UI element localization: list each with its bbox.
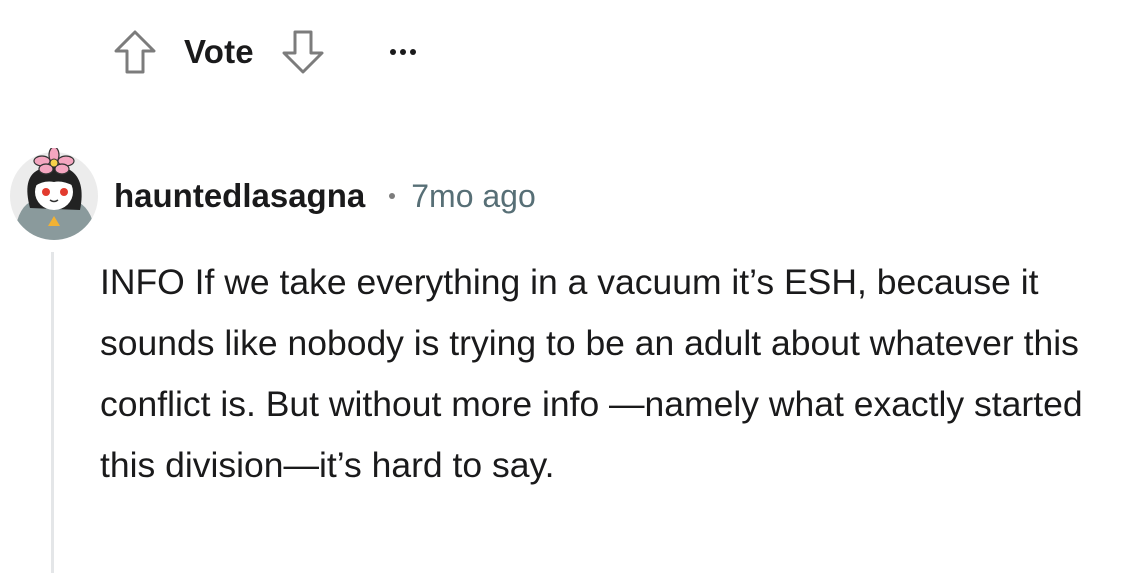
more-dot-icon	[409, 49, 416, 55]
downvote-button[interactable]	[278, 27, 328, 77]
upvote-button[interactable]	[110, 27, 160, 77]
more-dot-icon	[389, 49, 396, 55]
timestamp[interactable]: 7mo ago	[411, 178, 536, 215]
arrow-down-icon	[282, 30, 324, 74]
avatar-icon	[10, 146, 98, 240]
separator-dot-icon	[389, 193, 396, 199]
vote-label: Vote	[184, 33, 254, 70]
more-dot-icon	[399, 49, 406, 55]
comment-header: hauntedlasagna 7mo ago	[114, 172, 536, 220]
comment-body: INFO If we take everything in a vacuum i…	[100, 262, 1083, 485]
username-link[interactable]: hauntedlasagna	[114, 177, 365, 215]
more-options-button[interactable]	[389, 32, 420, 72]
arrow-up-icon	[114, 30, 156, 74]
vote-bar: Vote	[110, 24, 420, 80]
thread-line[interactable]	[51, 252, 54, 573]
avatar[interactable]	[8, 146, 100, 240]
